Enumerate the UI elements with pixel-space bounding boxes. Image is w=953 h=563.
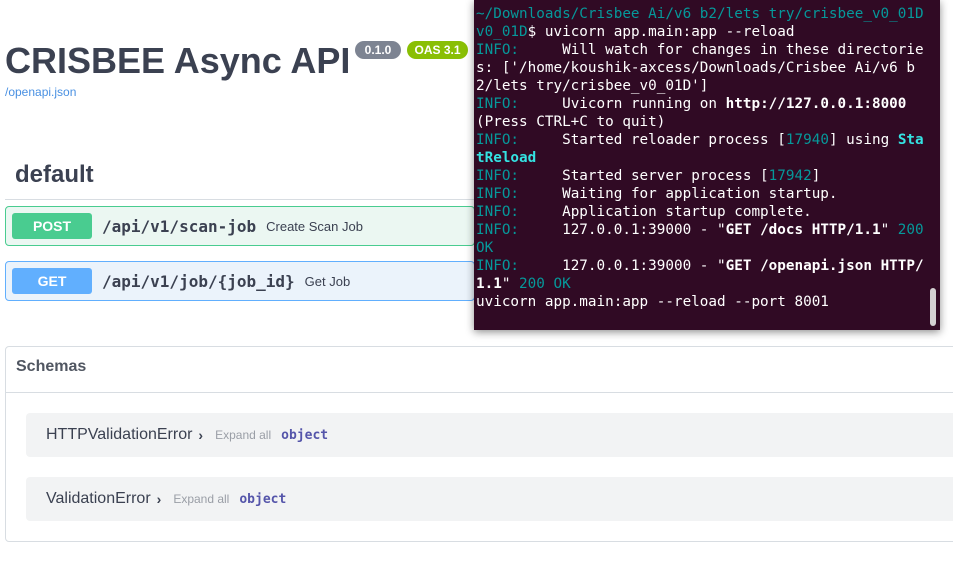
model-name: HTTPValidationError (46, 426, 193, 443)
tag-divider (5, 199, 475, 200)
model-name: ValidationError (46, 490, 151, 507)
terminal-line: INFO: Waiting for application startup. (476, 186, 838, 202)
terminal-line: ~/Downloads/Crisbee Ai/v6 b2/lets try/cr… (476, 6, 924, 22)
chevron-right-icon[interactable]: › (157, 491, 162, 507)
expand-all-button[interactable]: Expand all (173, 492, 229, 506)
oas-badge: OAS 3.1 (407, 41, 468, 59)
model-type: object (239, 491, 287, 507)
tag-section-title[interactable]: default (15, 161, 94, 189)
terminal-window[interactable]: ~/Downloads/Crisbee Ai/v6 b2/lets try/cr… (474, 0, 940, 330)
terminal-scrollbar[interactable] (930, 288, 936, 326)
openapi-json-link[interactable]: /openapi.json (5, 85, 76, 99)
method-badge-get: GET (12, 268, 92, 294)
terminal-output[interactable]: ~/Downloads/Crisbee Ai/v6 b2/lets try/cr… (476, 0, 928, 330)
operation-get-job[interactable]: GET /api/v1/job/{job_id} Get Job (5, 261, 475, 301)
schemas-header[interactable]: Schemas (6, 347, 953, 393)
method-badge-post: POST (12, 213, 92, 239)
schemas-section: Schemas HTTPValidationError › Expand all… (5, 346, 953, 542)
terminal-line: INFO: Started server process [17942] (476, 168, 821, 184)
expand-all-button[interactable]: Expand all (215, 428, 271, 442)
schema-model-httpvalidationerror[interactable]: HTTPValidationError › Expand all object (26, 413, 953, 457)
terminal-line: INFO: Will watch for changes in these di… (476, 42, 924, 94)
schema-model-validationerror[interactable]: ValidationError › Expand all object (26, 477, 953, 521)
operation-path: /api/v1/job/{job_id} (102, 271, 295, 291)
terminal-line: INFO: 127.0.0.1:39000 - "GET /docs HTTP/… (476, 222, 933, 256)
terminal-line: INFO: 127.0.0.1:39000 - "GET /openapi.js… (476, 258, 924, 292)
operation-summary: Create Scan Job (266, 218, 363, 234)
terminal-line: INFO: Started reloader process [17940] u… (476, 132, 924, 166)
terminal-line: v0_01D$ uvicorn app.main:app --reload (476, 24, 795, 40)
terminal-line: INFO: Uvicorn running on http://127.0.0.… (476, 96, 916, 130)
version-badge: 0.1.0 (355, 41, 401, 59)
model-type: object (281, 427, 329, 443)
chevron-right-icon[interactable]: › (198, 427, 203, 443)
operation-path: /api/v1/scan-job (102, 216, 257, 236)
page-title: CRISBEE Async API (5, 40, 351, 81)
operation-post-scan-job[interactable]: POST /api/v1/scan-job Create Scan Job (5, 206, 475, 246)
terminal-line: INFO: Application startup complete. (476, 204, 812, 220)
operation-summary: Get Job (304, 273, 351, 289)
terminal-input-line[interactable]: uvicorn app.main:app --reload --port 800… (476, 293, 928, 311)
